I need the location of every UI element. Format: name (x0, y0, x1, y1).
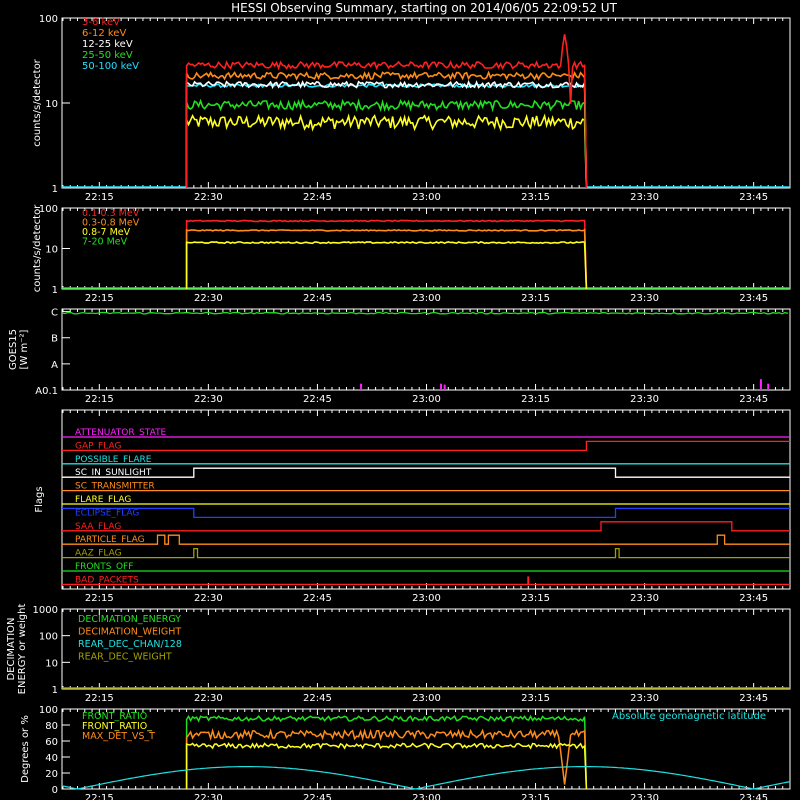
y-tick-label: 1000 (33, 605, 58, 616)
flags-ylabel: Flags (34, 486, 45, 512)
y-tick-label: 10 (45, 658, 58, 669)
x-tick-label: 22:15 (85, 192, 114, 203)
flag-label: BAD_PACKETS (75, 575, 139, 585)
x-tick-label: 23:45 (739, 693, 768, 704)
x-tick-label: 22:30 (194, 394, 223, 405)
x-tick-label: 22:45 (303, 793, 332, 800)
latitude-annotation: Absolute geomagnetic latitude (612, 711, 766, 722)
x-tick-label: 22:30 (194, 593, 223, 604)
x-tick-label: 23:45 (739, 293, 768, 304)
x-tick-label: 22:30 (194, 293, 223, 304)
x-tick-label: 23:45 (739, 793, 768, 800)
flag-label: PARTICLE_FLAG (75, 535, 145, 545)
observing-summary-figure: HESSI Observing Summary, starting on 201… (0, 0, 800, 800)
x-tick-label: 23:30 (630, 192, 659, 203)
figure-title: HESSI Observing Summary, starting on 201… (231, 1, 617, 15)
x-tick-label: 23:45 (739, 192, 768, 203)
x-tick-label: 22:15 (85, 293, 114, 304)
x-tick-label: 22:45 (303, 293, 332, 304)
x-tick-label: 23:00 (412, 693, 441, 704)
legend-entry: MAX_DET_VS_T (82, 731, 155, 742)
x-tick-label: 22:45 (303, 593, 332, 604)
x-tick-label: 23:00 (412, 293, 441, 304)
x-tick-label: 23:15 (521, 693, 550, 704)
y-tick-label: 60 (45, 737, 58, 748)
y-tick-label: 1 (52, 184, 58, 195)
x-tick-label: 23:15 (521, 394, 550, 405)
y-tick-label: 100 (39, 204, 58, 215)
x-tick-label: 22:45 (303, 192, 332, 203)
x-tick-label: 22:45 (303, 693, 332, 704)
goes-ylabel: GOES15 (8, 329, 19, 370)
flag-label: AAZ_FLAG (75, 549, 122, 559)
y-tick-label: 80 (45, 721, 58, 732)
flag-label: GAP_FLAG (75, 441, 121, 451)
y-tick-label: A0.1 (35, 386, 58, 397)
x-tick-label: 22:15 (85, 793, 114, 800)
legend-entry: 50-100 keV (82, 61, 139, 72)
y-tick-label: 40 (45, 753, 58, 764)
y-tick-label: 1 (52, 285, 58, 296)
flag-label: ATTENUATOR_STATE (75, 428, 167, 438)
legend-entry: 3-6 keV (82, 17, 120, 28)
legend-entry: REAR_DEC_WEIGHT (78, 652, 172, 663)
flag-label: FRONTS_OFF (75, 562, 133, 572)
y-tick-label: 100 (39, 14, 58, 25)
y-tick-label: 0 (52, 785, 58, 796)
y-tick-label: 100 (39, 705, 58, 716)
flag-label: SAA_FLAG (75, 522, 121, 532)
y-tick-label: 10 (45, 245, 58, 256)
legend-entry: 12-25 keV (82, 39, 133, 50)
goes-units: [W m⁻²] (19, 329, 30, 369)
flag-label: SC_IN_SUNLIGHT (75, 468, 152, 478)
high-energy-ylabel: counts/s/detector (32, 204, 43, 292)
x-tick-label: 22:45 (303, 394, 332, 405)
legend-entry: 6-12 keV (82, 28, 126, 39)
x-tick-label: 22:15 (85, 394, 114, 405)
y-tick-label: C (51, 308, 58, 319)
x-tick-label: 22:15 (85, 693, 114, 704)
flag-label: SC_TRANSMITTER (75, 482, 155, 492)
x-tick-label: 23:30 (630, 693, 659, 704)
flag-label: FLARE_FLAG (75, 495, 131, 505)
ratios-ylabel: Degrees or % (20, 715, 31, 783)
legend-entry: DECIMATION_WEIGHT (78, 627, 181, 638)
x-tick-label: 22:15 (85, 593, 114, 604)
x-tick-label: 23:30 (630, 793, 659, 800)
x-tick-label: 22:30 (194, 693, 223, 704)
y-tick-label: 20 (45, 769, 58, 780)
x-tick-label: 23:30 (630, 394, 659, 405)
x-tick-label: 23:45 (739, 593, 768, 604)
x-tick-label: 23:15 (521, 192, 550, 203)
legend-entry: REAR_DEC_CHAN/128 (78, 639, 182, 650)
legend-entry: 25-50 keV (82, 50, 133, 61)
y-tick-label: B (51, 334, 58, 345)
y-tick-label: 1 (52, 685, 58, 696)
decimation-ylabel: DECIMATION (6, 617, 17, 680)
legend-entry: 7-20 MeV (82, 237, 128, 248)
legend-entry: DECIMATION_ENERGY (78, 614, 181, 625)
y-tick-label: 10 (45, 99, 58, 110)
x-tick-label: 23:15 (521, 593, 550, 604)
x-tick-label: 23:00 (412, 394, 441, 405)
x-tick-label: 22:30 (194, 192, 223, 203)
decimation-ylabel2: ENERGY or weight (17, 604, 28, 695)
x-tick-label: 23:15 (521, 793, 550, 800)
x-tick-label: 23:15 (521, 293, 550, 304)
y-tick-label: A (51, 360, 58, 371)
x-tick-label: 23:45 (739, 394, 768, 405)
x-tick-label: 22:30 (194, 793, 223, 800)
x-tick-label: 23:30 (630, 293, 659, 304)
x-tick-label: 23:00 (412, 192, 441, 203)
y-tick-label: 100 (39, 632, 58, 643)
flag-label: ECLIPSE_FLAG (75, 508, 139, 518)
x-tick-label: 23:00 (412, 793, 441, 800)
x-tick-label: 23:30 (630, 593, 659, 604)
flag-label: POSSIBLE_FLARE (75, 455, 152, 465)
count-rates-ylabel: counts/s/detector (32, 58, 43, 146)
x-tick-label: 23:00 (412, 593, 441, 604)
